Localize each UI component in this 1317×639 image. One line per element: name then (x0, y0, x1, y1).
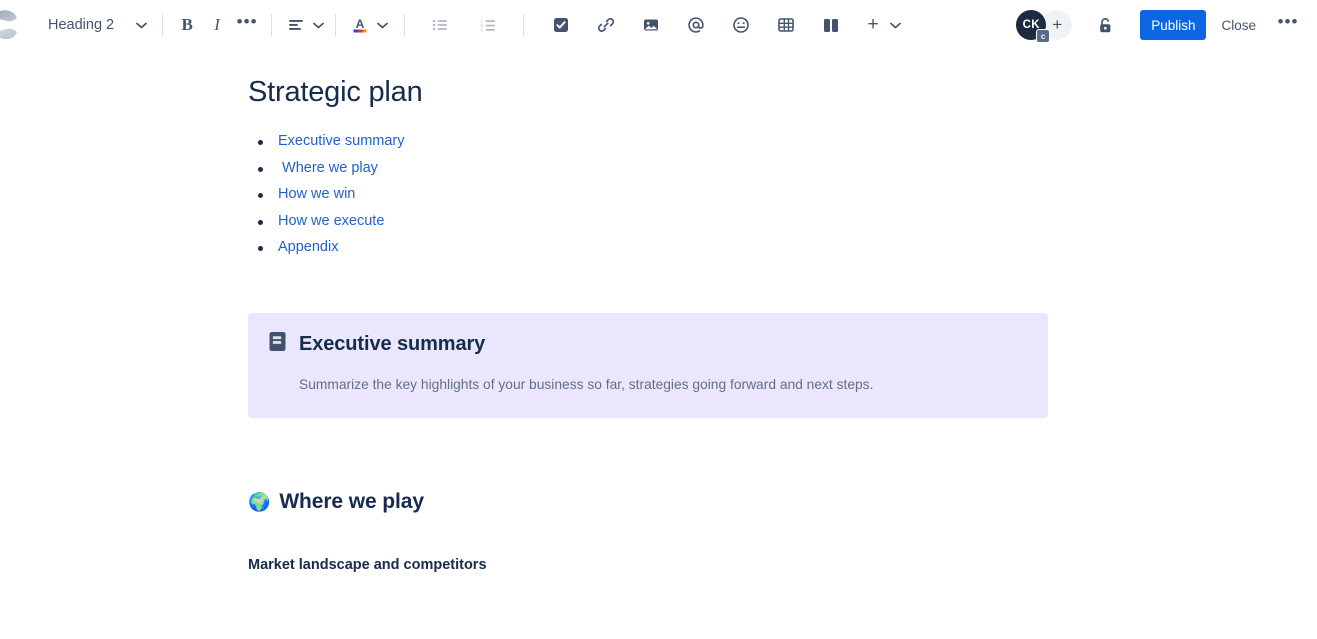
insert-group: + (546, 10, 903, 40)
more-formatting-button[interactable]: ••• (232, 10, 262, 40)
list-group: 1 2 3 (425, 10, 503, 40)
toolbar-divider (404, 14, 406, 36)
info-panel[interactable]: Executive summary Summarize the key high… (248, 313, 1048, 418)
alignment-chevron-down-icon[interactable] (311, 10, 326, 40)
table-of-contents: Executive summary Where we play How we w… (248, 133, 1317, 255)
document-body[interactable]: Strategic plan Executive summary Where w… (0, 50, 1317, 639)
toolbar-divider (523, 14, 525, 36)
globe-emoji-icon: 🌍 (248, 491, 271, 512)
add-person-label: + (1052, 15, 1063, 34)
more-options-button[interactable]: ••• (1273, 10, 1303, 40)
section-heading-label: Where we play (279, 489, 424, 513)
table-icon[interactable] (771, 10, 801, 40)
bold-button[interactable]: B (172, 10, 202, 40)
text-style-label: Heading 2 (48, 17, 115, 33)
avatar[interactable]: CK c (1016, 10, 1051, 43)
text-align-left-icon[interactable] (281, 10, 311, 40)
toc-link-how-we-execute[interactable]: How we execute (278, 213, 384, 229)
toc-link-appendix[interactable]: Appendix (278, 239, 338, 255)
toc-link-where-we-play[interactable]: Where we play (278, 160, 378, 176)
svg-text:A: A (356, 17, 365, 31)
list-item: Where we play (248, 160, 1317, 176)
toc-link-executive-summary[interactable]: Executive summary (278, 133, 405, 149)
info-panel-header: Executive summary (268, 331, 1028, 357)
list-item: Appendix (248, 239, 1317, 255)
info-panel-title: Executive summary (299, 332, 486, 355)
text-style-group: Heading 2 (38, 10, 153, 40)
text-color-icon[interactable]: A (345, 10, 375, 40)
text-style-dropdown[interactable]: Heading 2 (38, 10, 153, 40)
bullet-list-icon[interactable] (425, 10, 455, 40)
text-color-chevron-down-icon[interactable] (375, 10, 390, 40)
svg-text:3: 3 (480, 27, 483, 32)
list-item: How we execute (248, 213, 1317, 229)
confluence-logo-icon[interactable] (0, 0, 38, 50)
chevron-down-icon (136, 17, 147, 33)
page-title: Strategic plan (248, 76, 423, 108)
list-item: Executive summary (248, 133, 1317, 149)
editor-toolbar: Heading 2 B I ••• A 1 2 3 + CK c + Publi… (0, 0, 1317, 50)
list-item: How we win (248, 186, 1317, 202)
info-panel-body: Summarize the key highlights of your bus… (299, 377, 874, 392)
mention-at-icon[interactable] (681, 10, 711, 40)
section-heading-where-we-play: 🌍 Where we play (248, 490, 1317, 514)
inline-format-group: B I ••• (172, 10, 262, 40)
link-icon[interactable] (591, 10, 621, 40)
task-checkbox-icon[interactable] (546, 10, 576, 40)
notebook-icon (268, 331, 287, 357)
italic-button[interactable]: I (202, 10, 232, 40)
text-color-group: A (345, 10, 390, 40)
publish-button[interactable]: Publish (1140, 10, 1207, 40)
toolbar-divider (335, 14, 337, 36)
image-icon[interactable] (636, 10, 666, 40)
insert-menu-button[interactable]: + (858, 10, 888, 40)
unlocked-padlock-icon[interactable] (1090, 10, 1120, 40)
insert-chevron-down-icon[interactable] (888, 10, 903, 40)
layout-columns-icon[interactable] (816, 10, 846, 40)
close-button[interactable]: Close (1210, 10, 1267, 40)
alignment-group (281, 10, 326, 40)
numbered-list-icon[interactable]: 1 2 3 (473, 10, 503, 40)
toolbar-divider (271, 14, 273, 36)
toc-link-how-we-win[interactable]: How we win (278, 186, 355, 202)
toolbar-divider (162, 14, 164, 36)
avatar-badge: c (1036, 29, 1051, 43)
subheading-market-landscape: Market landscape and competitors (248, 556, 487, 573)
collaborators: CK c + (1016, 10, 1073, 43)
insert-plus-label: + (867, 14, 879, 35)
emoji-icon[interactable] (726, 10, 756, 40)
